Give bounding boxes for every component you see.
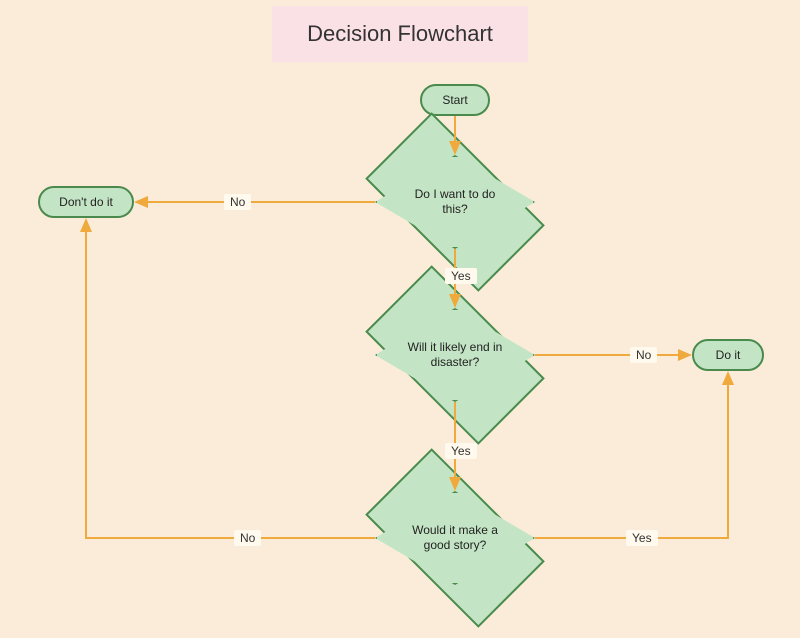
edge-label-story-yes: Yes	[626, 530, 658, 546]
edge-label-story-no: No	[234, 530, 261, 546]
edge-label-want-no: No	[224, 194, 251, 210]
node-decision-disaster: Will it likely end in disaster?	[375, 308, 535, 402]
node-decision-want: Do I want to do this?	[375, 155, 535, 249]
node-doit-label: Do it	[716, 348, 741, 362]
node-disaster-label: Will it likely end in disaster?	[405, 340, 505, 370]
edge-label-want-yes: Yes	[445, 268, 477, 284]
node-decision-story: Would it make a good story?	[375, 491, 535, 585]
node-want-label: Do I want to do this?	[405, 187, 505, 217]
node-start-label: Start	[442, 93, 467, 107]
node-dont-do-it: Don't do it	[38, 186, 134, 218]
edge-label-disaster-yes: Yes	[445, 443, 477, 459]
flowchart-title: Decision Flowchart	[272, 6, 528, 62]
node-dont-label: Don't do it	[59, 195, 113, 209]
node-do-it: Do it	[692, 339, 764, 371]
edge-label-disaster-no: No	[630, 347, 657, 363]
node-start: Start	[420, 84, 490, 116]
node-story-label: Would it make a good story?	[405, 523, 505, 553]
